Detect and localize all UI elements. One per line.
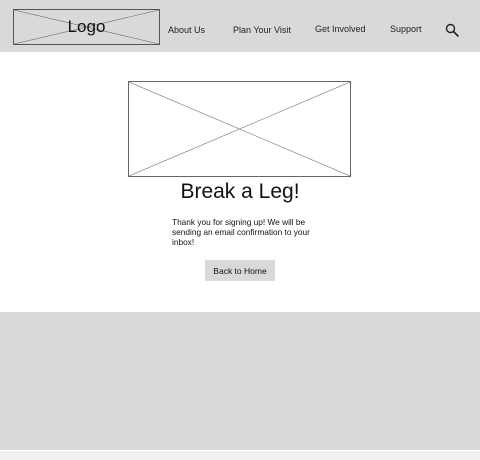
confirmation-message: Thank you for signing up! We will be sen…: [172, 217, 310, 247]
page-title: Break a Leg!: [180, 180, 300, 203]
logo[interactable]: Logo: [13, 9, 160, 45]
nav-about-us[interactable]: About Us: [168, 25, 205, 35]
image-placeholder-icon: [129, 82, 350, 176]
back-to-home-button[interactable]: Back to Home: [205, 260, 275, 281]
nav-plan-your-visit[interactable]: Plan Your Visit: [233, 25, 291, 35]
hero-image-placeholder: [128, 81, 351, 177]
search-icon[interactable]: [445, 23, 459, 37]
footer-bottom-bar: [0, 451, 480, 460]
site-header: Logo About Us Plan Your Visit Get Involv…: [0, 0, 480, 52]
site-footer: [0, 312, 480, 450]
nav-get-involved[interactable]: Get Involved: [315, 24, 366, 34]
logo-text: Logo: [67, 17, 106, 36]
nav-support[interactable]: Support: [390, 24, 422, 34]
